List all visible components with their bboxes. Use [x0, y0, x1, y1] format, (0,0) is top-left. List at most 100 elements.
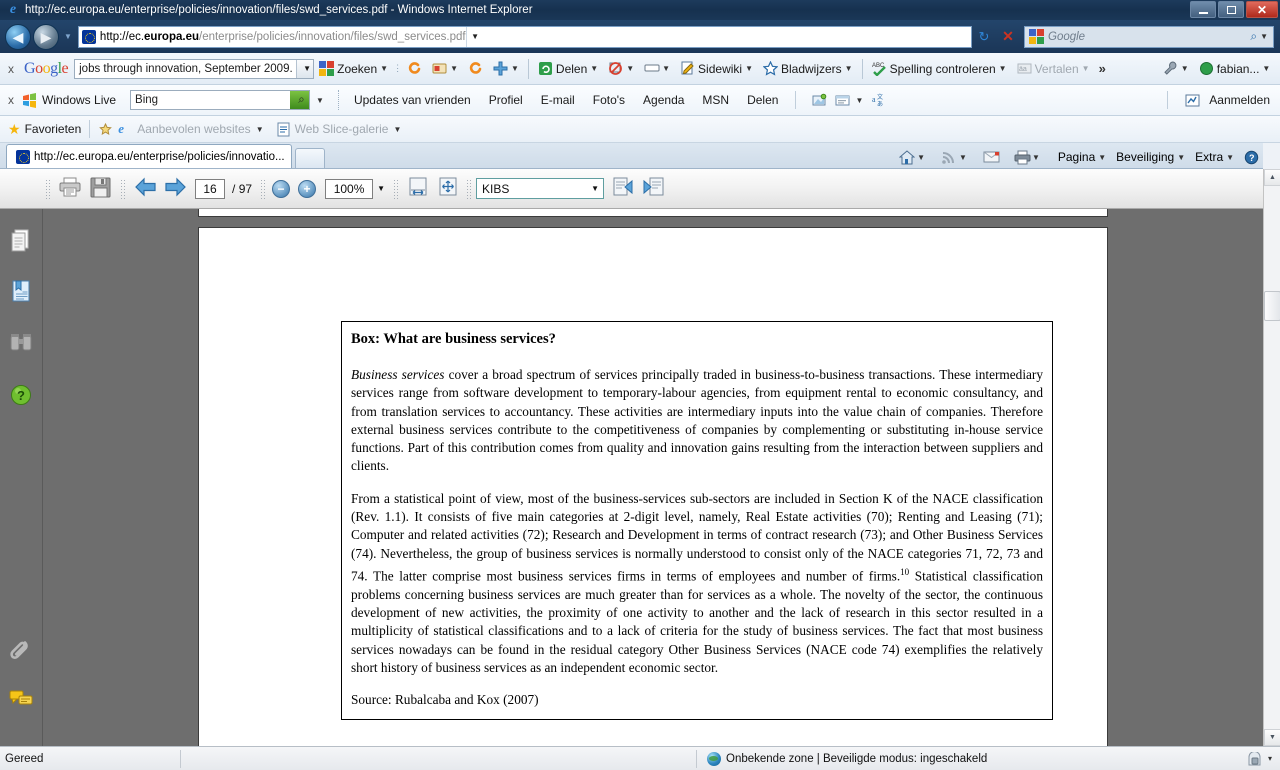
wl-link-msn[interactable]: MSN	[693, 93, 738, 107]
chevron-down-icon[interactable]: ▼	[1082, 64, 1090, 73]
pdf-save-button[interactable]	[85, 176, 115, 202]
google-bladwijzers-button[interactable]: Bladwijzers ▼	[758, 56, 858, 82]
scroll-up-button[interactable]: ▲	[1264, 169, 1280, 186]
bookmarks-icon[interactable]	[7, 277, 35, 305]
chevron-down-icon[interactable]: ▼	[1098, 153, 1106, 162]
wl-link-email[interactable]: E-mail	[532, 93, 584, 107]
google-form-fill-button[interactable]: ▼	[639, 56, 675, 82]
google-zoeken-button[interactable]: Zoeken ▼	[314, 56, 393, 82]
feeds-button[interactable]: ▼	[937, 146, 971, 168]
chevron-down-icon[interactable]: ▼	[1262, 64, 1270, 73]
home-button[interactable]: ▼	[895, 146, 929, 168]
scroll-down-button[interactable]: ▼	[1264, 729, 1280, 746]
wl-link-delen[interactable]: Delen	[738, 93, 787, 107]
web-slice-label[interactable]: Web Slice-galerie	[295, 122, 389, 136]
chevron-down-icon[interactable]: ▼	[393, 125, 401, 134]
search-provider-caret[interactable]: ▼	[1260, 32, 1268, 41]
google-swirl-button-2[interactable]	[463, 56, 488, 82]
extra-menu[interactable]: Extra ▼	[1191, 146, 1238, 168]
chevron-down-icon[interactable]: ▼	[590, 64, 598, 73]
bing-search-button[interactable]: ⌕	[290, 91, 310, 109]
google-delen-button[interactable]: Delen ▼	[533, 56, 603, 82]
google-plus-button[interactable]: ▼	[488, 56, 524, 82]
minimize-button[interactable]	[1190, 1, 1216, 18]
pdf-print-button[interactable]	[55, 176, 85, 202]
star-icon[interactable]: ★	[8, 121, 21, 138]
chevron-down-icon[interactable]: ▼	[626, 64, 634, 73]
refresh-button[interactable]: ↻	[972, 26, 996, 48]
google-vertalen-button[interactable]: äa Vertalen ▼	[1012, 56, 1095, 82]
beveiliging-menu[interactable]: Beveiliging ▼	[1112, 146, 1189, 168]
toolbar-grip[interactable]	[120, 178, 125, 199]
google-toolbar-close-button[interactable]: x	[0, 62, 22, 76]
pdf-fit-width-button[interactable]	[403, 176, 433, 202]
zoom-caret[interactable]: ▾	[1268, 754, 1272, 763]
chevron-down-icon[interactable]: ▼	[1177, 153, 1185, 162]
search-input[interactable]: Google ⌕ ▼	[1024, 25, 1274, 48]
chevron-down-icon[interactable]: ▼	[450, 64, 458, 73]
google-settings-button[interactable]: ▼	[1158, 56, 1194, 82]
maximize-button[interactable]	[1218, 1, 1244, 18]
address-dropdown-icon[interactable]: ▼	[465, 26, 484, 47]
history-dropdown-icon[interactable]: ▼	[64, 32, 72, 41]
pdf-zoom-level-input[interactable]: 100%	[325, 178, 374, 199]
pdf-zoom-out-button[interactable]: −	[272, 179, 291, 198]
print-button[interactable]: ▼	[1010, 146, 1044, 168]
chevron-down-icon[interactable]: ▼	[855, 96, 863, 105]
bing-search-caret[interactable]: ▼	[316, 96, 324, 105]
pdf-page-16[interactable]: Box: What are business services? Busines…	[198, 227, 1108, 746]
close-button[interactable]: ✕	[1246, 1, 1278, 18]
google-swirl-button-1[interactable]	[402, 56, 427, 82]
new-tab-button[interactable]	[294, 148, 325, 168]
pages-icon[interactable]	[7, 227, 35, 255]
windows-live-close-button[interactable]: x	[0, 93, 22, 107]
suggested-sites-label[interactable]: Aanbevolen websites	[137, 122, 250, 136]
binoculars-search-icon[interactable]	[7, 329, 35, 357]
toolbar-window-icon[interactable]	[835, 93, 850, 108]
wl-link-updates[interactable]: Updates van vrienden	[345, 93, 480, 107]
pdf-page-number-input[interactable]: 16	[195, 178, 225, 199]
google-search-caret[interactable]: ▼	[296, 59, 314, 78]
pdf-next-page-button[interactable]	[160, 176, 190, 202]
google-popup-blocker-button[interactable]: ▼	[603, 56, 639, 82]
google-bookmark-card-button[interactable]: ▼	[427, 56, 463, 82]
google-spelling-button[interactable]: ABC Spelling controleren ▼	[867, 56, 1012, 82]
tab-swd-services-pdf[interactable]: http://ec.europa.eu/enterprise/policies/…	[6, 144, 292, 168]
pdf-find-previous-button[interactable]	[608, 176, 638, 202]
address-input[interactable]: http://ec.europa.eu/enterprise/policies/…	[77, 25, 972, 48]
favorites-button[interactable]: Favorieten	[25, 122, 82, 136]
google-account-button[interactable]: fabian... ▼	[1194, 56, 1276, 82]
toolbar-grip[interactable]	[393, 178, 399, 199]
map-pin-icon[interactable]	[812, 93, 827, 108]
chevron-down-icon[interactable]: ▼	[662, 64, 670, 73]
toolbar-grip[interactable]	[45, 178, 50, 199]
toolbar-grip[interactable]	[466, 178, 472, 199]
chevron-down-icon[interactable]: ▼	[1181, 64, 1189, 73]
google-sidewiki-button[interactable]: Sidewiki ▼	[675, 56, 758, 82]
toolbar-grip[interactable]	[260, 178, 266, 199]
pdf-zoom-in-button[interactable]: +	[298, 179, 317, 198]
chevron-down-icon[interactable]: ▼	[1226, 153, 1234, 162]
pdf-find-next-button[interactable]	[638, 176, 668, 202]
bing-search-input[interactable]: Bing ⌕	[130, 90, 311, 110]
forward-button[interactable]: ▶	[33, 23, 59, 50]
pdf-zoom-caret[interactable]: ▼	[373, 179, 389, 199]
comments-icon[interactable]	[7, 685, 35, 713]
help-question-icon[interactable]: ?	[7, 381, 35, 409]
back-button[interactable]: ◀	[5, 23, 31, 50]
security-zone[interactable]: Onbekende zone | Beveiligde modus: inges…	[707, 751, 987, 766]
search-icon[interactable]: ⌕	[1250, 29, 1257, 44]
chevron-down-icon[interactable]: ▼	[999, 64, 1007, 73]
pdf-previous-page-button[interactable]	[130, 176, 160, 202]
google-search-input[interactable]: jobs through innovation, September 2009.…	[74, 58, 315, 79]
pdf-find-input[interactable]: KIBS ▼	[476, 178, 605, 199]
vertical-scrollbar[interactable]: ▲ ▼	[1263, 169, 1280, 746]
pagina-menu[interactable]: Pagina ▼	[1054, 146, 1110, 168]
wl-link-fotos[interactable]: Foto's	[584, 93, 634, 107]
stop-button[interactable]: ✕	[996, 26, 1020, 48]
chevron-down-icon[interactable]: ▼	[917, 153, 925, 162]
pdf-find-caret[interactable]: ▼	[587, 184, 603, 193]
chevron-down-icon[interactable]: ▼	[959, 153, 967, 162]
signin-icon[interactable]	[1185, 93, 1200, 108]
chevron-down-icon[interactable]: ▼	[845, 64, 853, 73]
